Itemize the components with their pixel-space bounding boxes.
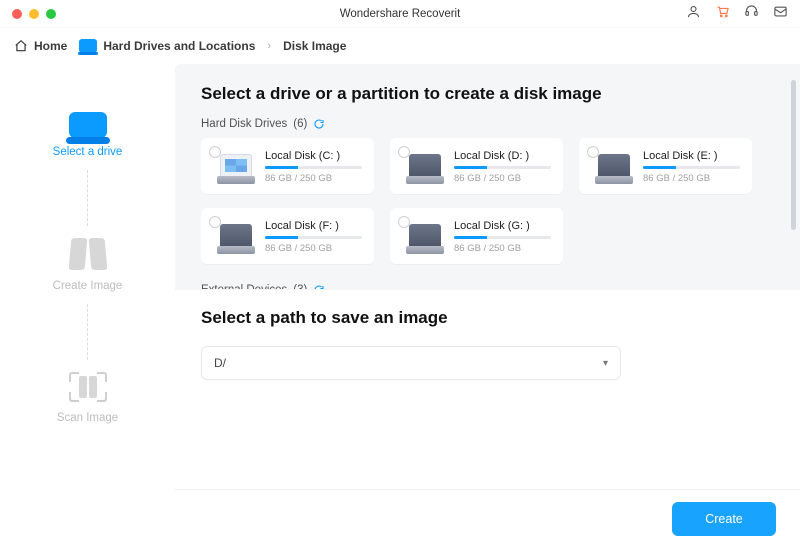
breadcrumb-level1-label: Hard Drives and Locations [103,39,255,53]
usage-bar [643,166,740,169]
drive-name: Local Disk (C: ) [265,150,362,162]
main-panel: Select a drive or a partition to create … [175,64,800,547]
step-label: Create Image [53,280,123,292]
external-label: External Devices [201,284,287,289]
hdd-section-header: Hard Disk Drives (6) [201,118,774,130]
maximize-icon[interactable] [46,9,56,19]
drive-card[interactable]: Local Disk (C: ) 86 GB / 250 GB [201,138,374,194]
steps-sidebar: Select a drive Create Image Scan Image [0,64,175,547]
cart-icon[interactable] [715,4,730,24]
drive-name: Local Disk (G: ) [454,220,551,232]
drive-name: Local Disk (E: ) [643,150,740,162]
step-select-drive[interactable]: Select a drive [0,110,175,158]
breadcrumb: Home Hard Drives and Locations › Disk Im… [0,28,800,64]
save-path-value: D/ [214,356,226,370]
drive-name: Local Disk (D: ) [454,150,551,162]
drive-icon [69,112,107,138]
drive-card[interactable]: Local Disk (G: ) 86 GB / 250 GB [390,208,563,264]
drive-size: 86 GB / 250 GB [643,173,740,184]
title-bar: Wondershare Recoverit [0,0,800,28]
minimize-icon[interactable] [29,9,39,19]
step-create-image[interactable]: Create Image [0,238,175,292]
breadcrumb-home-label: Home [34,39,67,53]
scan-image-icon [69,372,107,402]
home-icon [14,39,28,53]
usage-bar [265,166,362,169]
section-title: Select a drive or a partition to create … [201,84,774,104]
chevron-right-icon: › [267,40,271,52]
inbox-icon[interactable] [773,4,788,24]
breadcrumb-level1[interactable]: Hard Drives and Locations [79,39,255,53]
hdd-card-grid: Local Disk (C: )86 GB / 250 GBLocal Disk… [201,138,774,264]
external-count: (3) [293,284,307,289]
drive-card[interactable]: Local Disk (F: ) 86 GB / 250 GB [201,208,374,264]
scroll-area[interactable]: Select a drive or a partition to create … [175,64,800,289]
create-button[interactable]: Create [672,502,776,536]
breadcrumb-home[interactable]: Home [14,39,67,53]
step-connector [87,304,88,360]
usage-bar [454,166,551,169]
drive-icon [79,39,97,53]
drive-card[interactable]: Local Disk (D: ) 86 GB / 250 GB [390,138,563,194]
disk-icon [406,154,444,184]
close-icon[interactable] [12,9,22,19]
save-path-dropdown[interactable]: D/ ▾ [201,346,621,380]
hdd-label: Hard Disk Drives [201,118,287,130]
refresh-icon[interactable] [313,118,325,130]
step-connector [87,170,88,226]
disk-icon [217,154,255,184]
drive-size: 86 GB / 250 GB [265,173,362,184]
section-title: Select a path to save an image [201,308,774,328]
footer: Create [175,489,800,547]
scrollbar-thumb[interactable] [791,80,796,230]
drive-size: 86 GB / 250 GB [454,243,551,254]
header-actions [686,4,788,24]
disk-icon [217,224,255,254]
step-scan-image[interactable]: Scan Image [0,372,175,424]
disk-icon [595,154,633,184]
support-icon[interactable] [744,4,759,24]
external-section-header: External Devices (3) [201,284,774,289]
save-path-section: Select a path to save an image D/ ▾ [175,289,800,489]
app-title: Wondershare Recoverit [0,8,800,20]
drive-name: Local Disk (F: ) [265,220,362,232]
disk-icon [406,224,444,254]
drive-card[interactable]: Local Disk (E: ) 86 GB / 250 GB [579,138,752,194]
hdd-count: (6) [293,118,307,130]
account-icon[interactable] [686,4,701,24]
drive-size: 86 GB / 250 GB [265,243,362,254]
breadcrumb-current: Disk Image [283,39,346,53]
window-controls [12,9,56,19]
step-label: Select a drive [53,146,123,158]
drive-size: 86 GB / 250 GB [454,173,551,184]
chevron-down-icon: ▾ [603,358,608,369]
usage-bar [454,236,551,239]
usage-bar [265,236,362,239]
refresh-icon[interactable] [313,284,325,289]
create-image-icon [70,238,106,270]
step-label: Scan Image [57,412,118,424]
